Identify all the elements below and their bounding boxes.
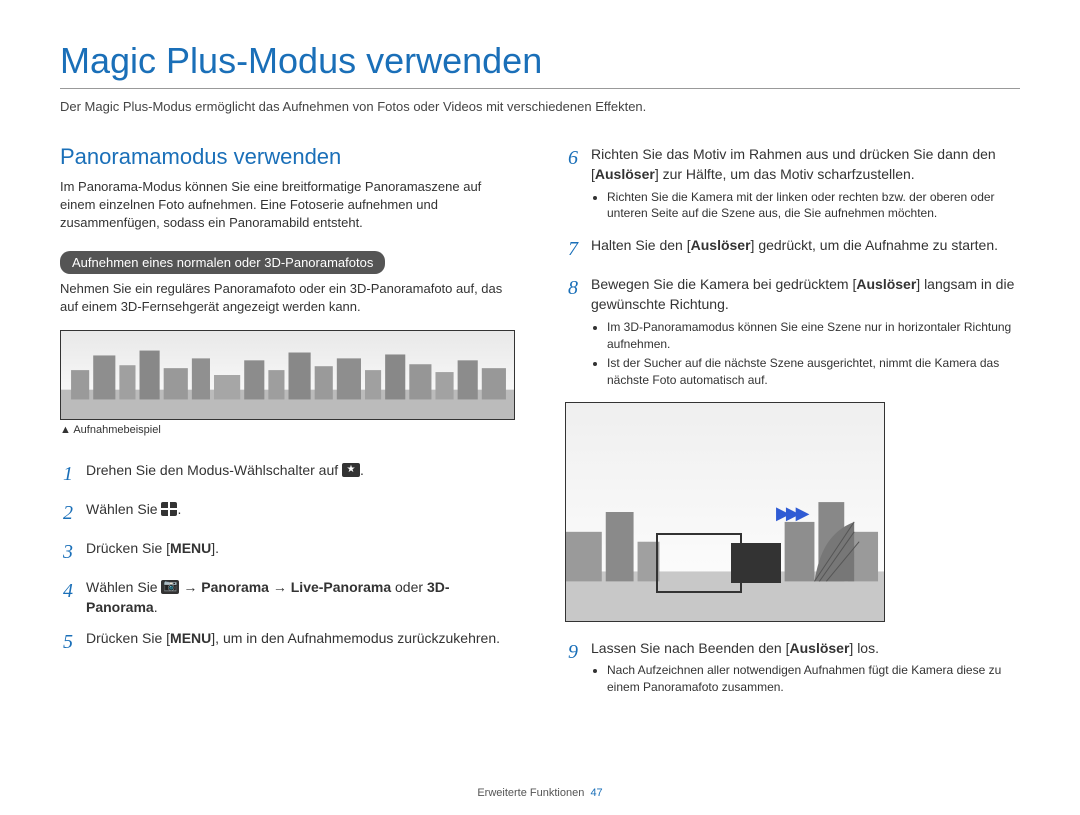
step-number: 7 xyxy=(565,235,581,264)
step-number: 1 xyxy=(60,460,76,489)
steps-right: 6 Richten Sie das Motiv im Rahmen aus un… xyxy=(565,144,1020,392)
step-8: 8 Bewegen Sie die Kamera bei gedrücktem … xyxy=(565,274,1020,392)
step-number: 4 xyxy=(60,577,76,606)
right-column: 6 Richten Sie das Motiv im Rahmen aus un… xyxy=(565,144,1020,709)
step-5: 5 Drücken Sie [MENU], um in den Aufnahme… xyxy=(60,628,515,657)
caption-marker: ▲ xyxy=(60,424,71,436)
step-body: Wählen Sie . xyxy=(86,499,515,519)
step-body: Drücken Sie [MENU], um in den Aufnahmemo… xyxy=(86,628,515,648)
step-body: Richten Sie das Motiv im Rahmen aus und … xyxy=(591,144,1020,225)
section-heading: Panoramamodus verwenden xyxy=(60,144,515,170)
caption-text: Aufnahmebeispiel xyxy=(73,424,160,436)
step-number: 9 xyxy=(565,638,581,667)
step-body: Lassen Sie nach Beenden den [Auslöser] l… xyxy=(591,638,1020,699)
page-intro: Der Magic Plus-Modus ermöglicht das Aufn… xyxy=(60,99,1020,114)
star-icon xyxy=(342,463,360,477)
step-number: 6 xyxy=(565,144,581,173)
page-title: Magic Plus-Modus verwenden xyxy=(60,40,1020,82)
menu-label: MENU xyxy=(170,540,211,556)
viewfinder-frame-next xyxy=(731,543,781,583)
pill-description: Nehmen Sie ein reguläres Panoramafoto od… xyxy=(60,280,515,316)
content-columns: Panoramamodus verwenden Im Panorama-Modu… xyxy=(60,144,1020,709)
grid-icon xyxy=(161,502,177,516)
step-6: 6 Richten Sie das Motiv im Rahmen aus un… xyxy=(565,144,1020,225)
step-body: Drücken Sie [MENU]. xyxy=(86,538,515,558)
step-body: Halten Sie den [Auslöser] gedrückt, um d… xyxy=(591,235,1020,255)
bullet: Richten Sie die Kamera mit der linken od… xyxy=(607,189,1020,223)
page-footer: Erweiterte Funktionen 47 xyxy=(0,787,1080,799)
footer-section: Erweiterte Funktionen xyxy=(477,787,584,799)
step-1: 1 Drehen Sie den Modus-Wählschalter auf … xyxy=(60,460,515,489)
steps-left: 1 Drehen Sie den Modus-Wählschalter auf … xyxy=(60,460,515,657)
steps-right-continued: 9 Lassen Sie nach Beenden den [Auslöser]… xyxy=(565,638,1020,699)
left-column: Panoramamodus verwenden Im Panorama-Modu… xyxy=(60,144,515,709)
subsection-pill: Aufnehmen eines normalen oder 3D-Panoram… xyxy=(60,251,385,274)
step-body: Bewegen Sie die Kamera bei gedrücktem [A… xyxy=(591,274,1020,392)
step-7: 7 Halten Sie den [Auslöser] gedrückt, um… xyxy=(565,235,1020,264)
step-number: 8 xyxy=(565,274,581,303)
step-3: 3 Drücken Sie [MENU]. xyxy=(60,538,515,567)
step-number: 3 xyxy=(60,538,76,567)
bullet: Nach Aufzeichnen aller notwendigen Aufna… xyxy=(607,662,1020,696)
camera-icon xyxy=(161,580,179,594)
step-body: Wählen Sie → Panorama → Live-Panorama od… xyxy=(86,577,515,618)
arrow-right-icon: ▶▶▶ xyxy=(776,503,806,524)
step-9: 9 Lassen Sie nach Beenden den [Auslöser]… xyxy=(565,638,1020,699)
sub-bullets: Nach Aufzeichnen aller notwendigen Aufna… xyxy=(591,662,1020,696)
sub-bullets: Im 3D-Panoramamodus können Sie eine Szen… xyxy=(591,319,1020,389)
bullet: Im 3D-Panoramamodus können Sie eine Szen… xyxy=(607,319,1020,353)
illustration-caption: ▲ Aufnahmebeispiel xyxy=(60,424,515,436)
step-body: Drehen Sie den Modus-Wählschalter auf . xyxy=(86,460,515,480)
panorama-illustration xyxy=(60,330,515,420)
viewfinder-frame xyxy=(656,533,742,593)
viewfinder-illustration: ▶▶▶ xyxy=(565,402,885,622)
sub-bullets: Richten Sie die Kamera mit der linken od… xyxy=(591,189,1020,223)
section-intro: Im Panorama-Modus können Sie eine breitf… xyxy=(60,178,515,233)
page-number: 47 xyxy=(590,787,602,799)
divider xyxy=(60,88,1020,89)
step-number: 5 xyxy=(60,628,76,657)
step-2: 2 Wählen Sie . xyxy=(60,499,515,528)
step-4: 4 Wählen Sie → Panorama → Live-Panorama … xyxy=(60,577,515,618)
bullet: Ist der Sucher auf die nächste Szene aus… xyxy=(607,355,1020,389)
menu-label: MENU xyxy=(170,630,211,646)
page: Magic Plus-Modus verwenden Der Magic Plu… xyxy=(0,0,1080,709)
city-illustration xyxy=(61,331,514,419)
step-number: 2 xyxy=(60,499,76,528)
